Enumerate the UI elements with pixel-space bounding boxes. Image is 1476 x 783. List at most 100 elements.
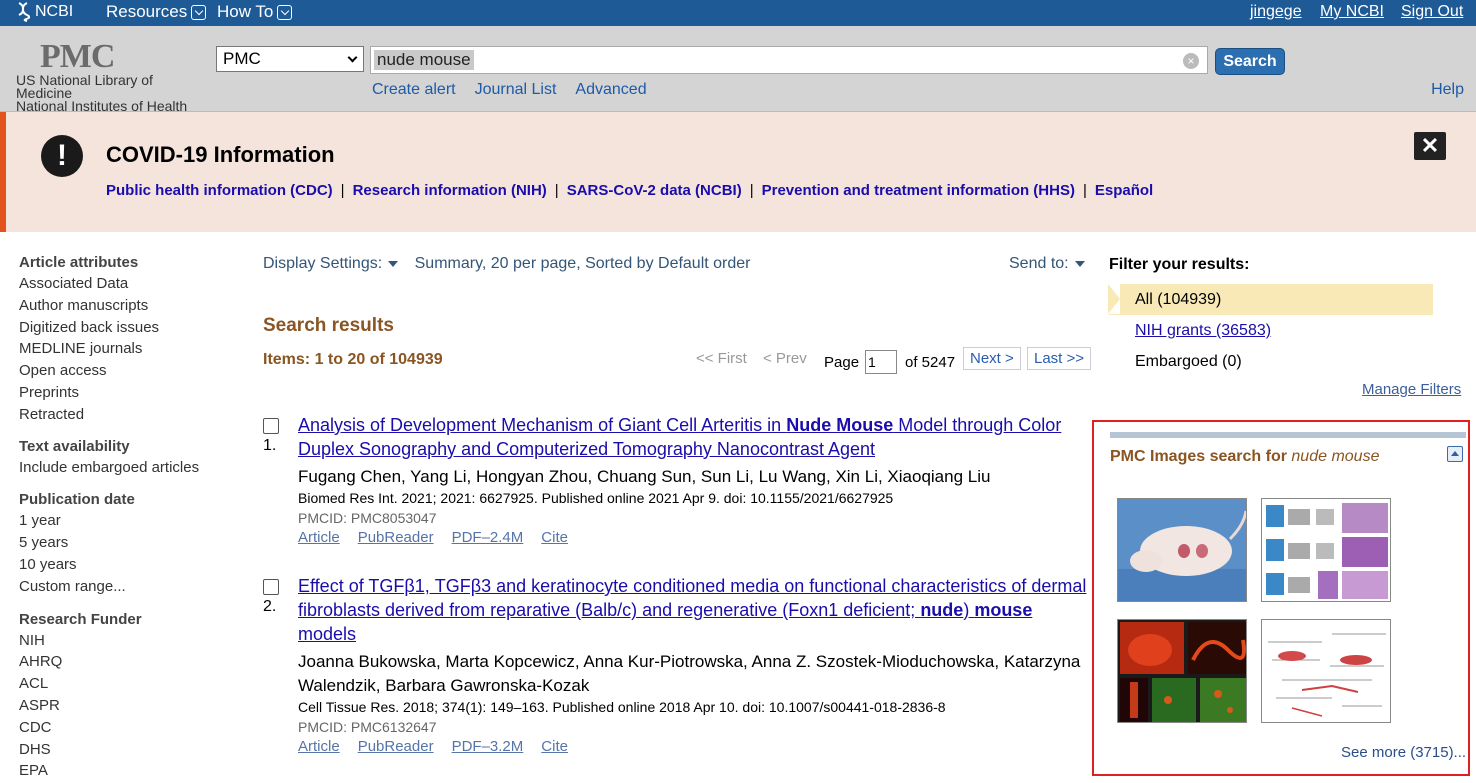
last-page-link[interactable]: Last >> bbox=[1027, 347, 1092, 370]
ncbi-logo[interactable]: NCBI bbox=[16, 2, 73, 22]
search-input[interactable]: nude mouse × bbox=[370, 46, 1208, 74]
display-settings-label: Display Settings: bbox=[263, 255, 383, 272]
sidebar-item[interactable]: Digitized back issues bbox=[19, 317, 229, 339]
prev-page-link[interactable]: < Prev bbox=[763, 350, 807, 367]
chevron-down-icon bbox=[277, 4, 293, 20]
filter-all[interactable]: All (104939) bbox=[1108, 284, 1433, 315]
sidebar-item[interactable]: NIH bbox=[19, 630, 229, 652]
image-thumbnail[interactable] bbox=[1117, 498, 1247, 602]
username-link[interactable]: jingege bbox=[1250, 3, 1302, 21]
page-total: of 5247 bbox=[905, 354, 956, 371]
fluorescence-figure bbox=[1118, 620, 1246, 722]
pdf-link[interactable]: PDF–2.4M bbox=[452, 529, 524, 546]
sidebar-item[interactable]: Author manuscripts bbox=[19, 295, 229, 317]
sidebar-item[interactable]: DHS bbox=[19, 739, 229, 761]
cdc-link[interactable]: Public health information (CDC) bbox=[106, 182, 333, 199]
ncbi-data-link[interactable]: SARS-CoV-2 data (NCBI) bbox=[567, 182, 742, 199]
pmc-header: PMC US National Library of Medicine Nati… bbox=[0, 26, 1476, 113]
alert-icon: ! bbox=[41, 135, 83, 177]
cite-link[interactable]: Cite bbox=[541, 738, 568, 755]
send-to-menu[interactable]: Send to: bbox=[1009, 255, 1085, 273]
sidebar-heading: Text availability bbox=[19, 437, 130, 455]
help-link[interactable]: Help bbox=[1431, 81, 1464, 99]
manage-filters-link[interactable]: Manage Filters bbox=[1362, 381, 1461, 398]
result-number: 2. bbox=[263, 598, 277, 615]
sidebar-item[interactable]: Custom range... bbox=[19, 576, 229, 598]
howto-label: How To bbox=[217, 2, 274, 21]
covid-links: Public health information (CDC) | Research… bbox=[106, 182, 1154, 199]
result-checkbox[interactable] bbox=[263, 579, 279, 595]
filter-embargoed[interactable]: Embargoed (0) bbox=[1109, 346, 1439, 377]
image-thumbnail[interactable] bbox=[1261, 619, 1391, 723]
sidebar-heading: Article attributes bbox=[19, 254, 139, 271]
sidebar-item[interactable]: MEDLINE journals bbox=[19, 338, 229, 360]
sidebar-item[interactable]: CDC bbox=[19, 717, 229, 739]
next-page-link[interactable]: Next > bbox=[963, 347, 1021, 370]
ncbi-brand-text: NCBI bbox=[35, 3, 74, 20]
database-select-value: PMC bbox=[223, 49, 261, 68]
pubreader-link[interactable]: PubReader bbox=[358, 738, 434, 755]
ncbi-top-bar: NCBI Resources How To jingege My NCBI Si… bbox=[0, 0, 1476, 26]
filter-nih-grants[interactable]: NIH grants (36583) bbox=[1135, 322, 1271, 339]
sidebar-item[interactable]: AHRQ bbox=[19, 651, 229, 673]
sidebar-item[interactable]: Preprints bbox=[19, 382, 229, 404]
article-link[interactable]: Article bbox=[298, 738, 340, 755]
page-number-input[interactable] bbox=[865, 350, 897, 374]
page-label: Page bbox=[824, 354, 860, 371]
pmc-images-title: PMC Images search for nude mouse bbox=[1110, 448, 1380, 465]
collapse-panel-icon[interactable] bbox=[1447, 446, 1463, 462]
filter-sidebar: Article attributes Associated Data Autho… bbox=[19, 254, 229, 782]
sidebar-item[interactable]: 10 years bbox=[19, 554, 229, 576]
article-link[interactable]: Article bbox=[298, 529, 340, 546]
sidebar-item[interactable]: 5 years bbox=[19, 532, 229, 554]
journal-list-link[interactable]: Journal List bbox=[475, 81, 557, 99]
sidebar-item[interactable]: EPA bbox=[19, 760, 229, 782]
sidebar-item[interactable]: Include embargoed articles bbox=[19, 457, 229, 479]
nih-link[interactable]: Research information (NIH) bbox=[353, 182, 547, 199]
display-settings-menu[interactable]: Display Settings: Summary, 20 per page, … bbox=[263, 255, 751, 273]
sidebar-item[interactable]: ASPR bbox=[19, 695, 229, 717]
create-alert-link[interactable]: Create alert bbox=[372, 81, 456, 99]
page-number-field[interactable] bbox=[865, 350, 897, 374]
sidebar-heading: Publication date bbox=[19, 491, 135, 509]
my-ncbi-link[interactable]: My NCBI bbox=[1320, 3, 1384, 21]
nude-mouse-photo bbox=[1118, 499, 1246, 601]
image-thumbnail[interactable] bbox=[1261, 498, 1391, 602]
result-authors: Joanna Bukowska, Marta Kopcewicz, Anna K… bbox=[298, 652, 1081, 695]
sidebar-item[interactable]: ACL bbox=[19, 673, 229, 695]
clear-search-icon[interactable]: × bbox=[1183, 53, 1199, 69]
cite-link[interactable]: Cite bbox=[541, 529, 568, 546]
sidebar-item[interactable]: Retracted bbox=[19, 404, 229, 426]
resources-menu[interactable]: Resources bbox=[106, 2, 207, 22]
sidebar-item[interactable]: 1 year bbox=[19, 510, 229, 532]
advanced-search-link[interactable]: Advanced bbox=[575, 81, 646, 99]
first-page-link[interactable]: << First bbox=[696, 350, 747, 367]
search-query-text: nude mouse bbox=[374, 50, 474, 70]
sign-out-link[interactable]: Sign Out bbox=[1401, 3, 1463, 21]
image-thumbnail[interactable] bbox=[1117, 619, 1247, 723]
items-count: Items: 1 to 20 of 104939 bbox=[263, 351, 443, 368]
search-sublinks: Create alert Journal List Advanced bbox=[372, 81, 647, 99]
hhs-link[interactable]: Prevention and treatment information (HH… bbox=[762, 182, 1075, 199]
pubreader-link[interactable]: PubReader bbox=[358, 529, 434, 546]
result-checkbox[interactable] bbox=[263, 418, 279, 434]
pmc-logo[interactable]: PMC bbox=[40, 38, 115, 76]
search-button[interactable]: Search bbox=[1215, 48, 1285, 75]
database-select[interactable]: PMC bbox=[216, 46, 364, 72]
howto-menu[interactable]: How To bbox=[217, 2, 293, 22]
send-to-label: Send to: bbox=[1009, 255, 1069, 272]
result-number: 1. bbox=[263, 437, 277, 454]
search-results-heading: Search results bbox=[263, 315, 394, 336]
pdf-link[interactable]: PDF–3.2M bbox=[452, 738, 524, 755]
sidebar-item[interactable]: Associated Data bbox=[19, 273, 229, 295]
filter-results-panel: Filter your results: All (104939) NIH gr… bbox=[1108, 256, 1439, 377]
result-title-link[interactable]: Effect of TGFβ1, TGFβ3 and keratinocyte … bbox=[298, 574, 1093, 646]
sidebar-item[interactable]: Open access bbox=[19, 360, 229, 382]
result-title-link[interactable]: Analysis of Development Mechanism of Gia… bbox=[298, 413, 1093, 461]
see-more-link[interactable]: See more (3715)... bbox=[1341, 744, 1466, 761]
close-banner-button[interactable]: ✕ bbox=[1414, 132, 1446, 160]
espanol-link[interactable]: Español bbox=[1095, 182, 1153, 199]
result-authors: Fugang Chen, Yang Li, Hongyan Zhou, Chua… bbox=[298, 467, 991, 486]
result-pmcid: PMCID: PMC6132647 bbox=[298, 719, 437, 735]
display-summary: Summary, 20 per page, Sorted by Default … bbox=[414, 255, 751, 272]
